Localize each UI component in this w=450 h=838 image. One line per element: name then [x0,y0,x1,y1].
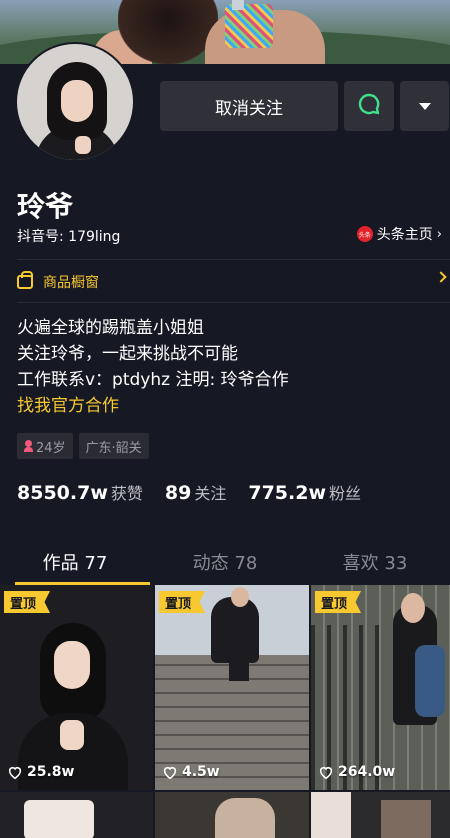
pinned-badge: 置顶 [159,591,206,613]
tab-works[interactable]: 作品 77 [0,540,150,585]
tab-likes[interactable]: 喜欢 33 [300,540,450,583]
stat-label: 粉丝 [329,484,362,503]
likes-stat: 8550.7w 获赞 [17,480,143,504]
profile-handle: 抖音号: 179ling [17,229,121,245]
showcase-label: 商品橱窗 [43,275,99,291]
chevron-right-icon: › [436,226,442,242]
likes-count: 4.5w [182,764,220,780]
unfollow-button[interactable]: 取消关注 [160,81,338,131]
video-thumbnail[interactable]: 置顶 25.8w [0,585,153,790]
stat-label: 获赞 [110,484,143,503]
shopping-bag-icon [17,271,33,289]
video-thumbnail[interactable] [311,792,450,838]
stat-value: 8550.7w [17,482,108,504]
triangle-down-icon [418,102,431,110]
location-label: 广东·韶关 [85,440,142,456]
stat-label: 关注 [194,484,227,503]
toutiao-label: 头条主页 [376,227,433,243]
chat-button[interactable] [344,81,394,131]
video-thumbnail[interactable] [155,792,309,838]
location-tag: 广东·韶关 [78,433,149,459]
video-likes: 25.8w [8,764,74,780]
heart-icon [163,766,177,779]
likes-count: 264.0w [338,764,396,780]
product-showcase-row[interactable]: 商品橱窗 [17,265,450,299]
age-tag: 24岁 [17,433,73,459]
followers-stat[interactable]: 775.2w 粉丝 [248,480,361,504]
video-thumbnail[interactable]: 置顶 4.5w [155,585,309,790]
heart-icon [319,766,333,779]
stat-value: 775.2w [248,482,327,504]
avatar[interactable] [15,42,135,162]
pinned-badge: 置顶 [315,591,362,613]
stat-value: 89 [164,482,192,504]
toutiao-logo-icon: 头条 [356,226,373,242]
chevron-right-icon [435,271,447,283]
likes-count: 25.8w [27,764,75,780]
video-likes: 264.0w [319,764,395,780]
female-icon [24,440,33,452]
chat-bubble-icon [357,92,381,120]
bio: 火遍全球的踢瓶盖小姐姐 关注玲爷，一起来挑战不可能 工作联系v：ptdyhz 注… [17,315,289,419]
heart-icon [8,766,22,779]
video-thumbnail[interactable] [0,792,153,838]
bio-line: 关注玲爷，一起来挑战不可能 [17,344,238,364]
more-options-button[interactable] [400,81,449,131]
profile-tags: 24岁 广东·韶关 [17,433,149,459]
tab-activity[interactable]: 动态 78 [150,540,300,583]
stats-row: 8550.7w 获赞 89 关注 775.2w 粉丝 [17,480,361,504]
official-cooperation-link[interactable]: 找我官方合作 [17,393,289,419]
video-grid: 置顶 25.8w 置顶 4.5w 置顶 264.0w [0,585,450,838]
content-tabs: 作品 77 动态 78 喜欢 33 [0,540,450,585]
video-thumbnail[interactable]: 置顶 264.0w [311,585,450,790]
divider [17,302,450,303]
pinned-badge: 置顶 [4,591,51,613]
profile-name: 玲爷 [17,190,74,223]
age-label: 24岁 [36,440,66,456]
following-stat[interactable]: 89 关注 [165,480,226,504]
divider [17,259,450,260]
bio-line: 工作联系v：ptdyhz 注明: 玲爷合作 [17,370,289,390]
video-likes: 4.5w [163,764,220,780]
toutiao-homepage-link[interactable]: 头条 头条主页 › [356,224,442,244]
bio-line: 火遍全球的踢瓶盖小姐姐 [17,318,204,338]
